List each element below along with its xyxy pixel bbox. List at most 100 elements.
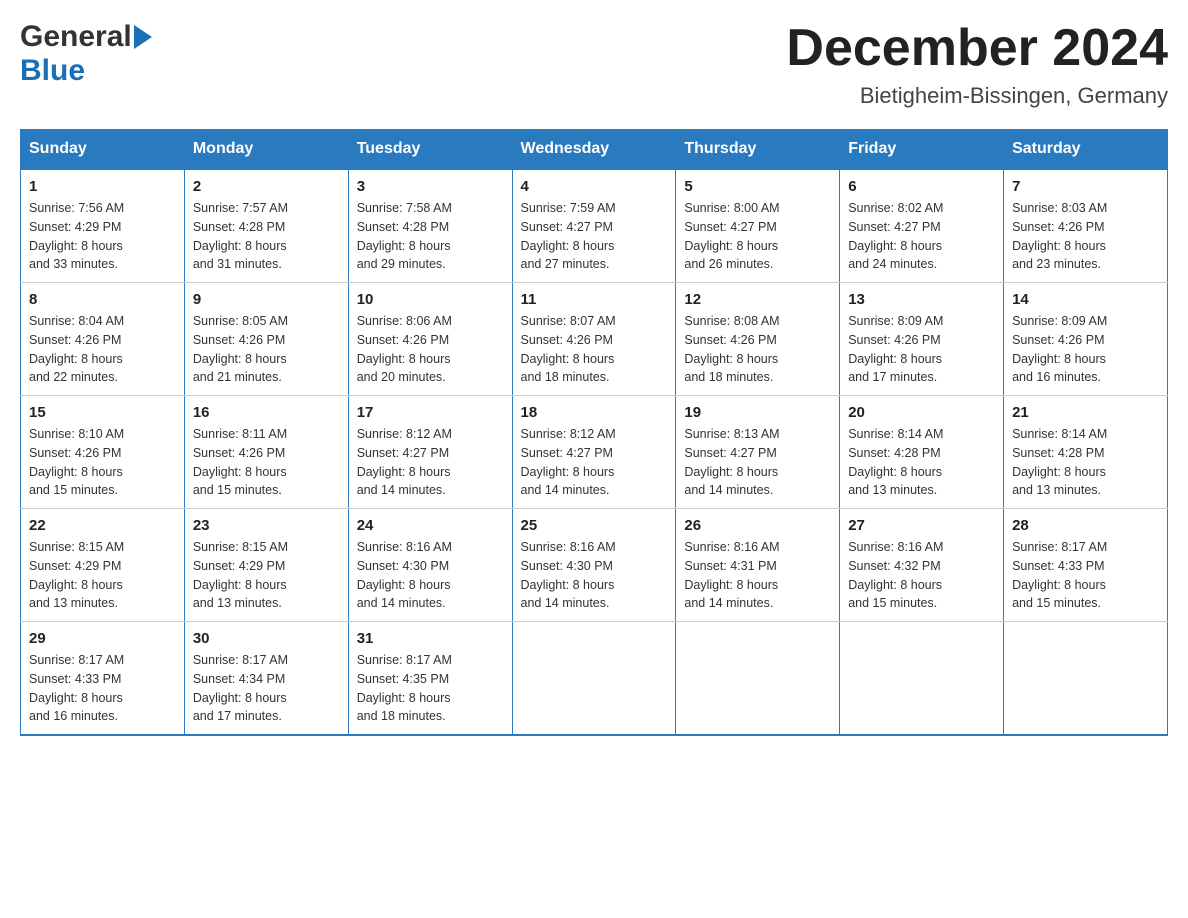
day-number: 17 (357, 404, 504, 421)
day-info: Sunrise: 8:03 AM Sunset: 4:26 PM Dayligh… (1012, 199, 1159, 274)
calendar-cell: 19 Sunrise: 8:13 AM Sunset: 4:27 PM Dayl… (676, 396, 840, 509)
day-number: 26 (684, 517, 831, 534)
calendar-cell: 15 Sunrise: 8:10 AM Sunset: 4:26 PM Dayl… (21, 396, 185, 509)
calendar-cell: 5 Sunrise: 8:00 AM Sunset: 4:27 PM Dayli… (676, 169, 840, 283)
calendar-cell: 1 Sunrise: 7:56 AM Sunset: 4:29 PM Dayli… (21, 169, 185, 283)
day-info: Sunrise: 8:00 AM Sunset: 4:27 PM Dayligh… (684, 199, 831, 274)
day-number: 24 (357, 517, 504, 534)
calendar-cell (1004, 622, 1168, 736)
column-header-friday: Friday (840, 130, 1004, 170)
day-info: Sunrise: 8:16 AM Sunset: 4:32 PM Dayligh… (848, 538, 995, 613)
calendar-cell (676, 622, 840, 736)
column-header-sunday: Sunday (21, 130, 185, 170)
day-info: Sunrise: 8:12 AM Sunset: 4:27 PM Dayligh… (521, 425, 668, 500)
logo: General Blue (20, 20, 152, 88)
day-number: 23 (193, 517, 340, 534)
day-info: Sunrise: 8:17 AM Sunset: 4:33 PM Dayligh… (29, 651, 176, 726)
day-number: 14 (1012, 291, 1159, 308)
calendar-cell: 12 Sunrise: 8:08 AM Sunset: 4:26 PM Dayl… (676, 283, 840, 396)
calendar-week-row: 29 Sunrise: 8:17 AM Sunset: 4:33 PM Dayl… (21, 622, 1168, 736)
day-info: Sunrise: 8:02 AM Sunset: 4:27 PM Dayligh… (848, 199, 995, 274)
calendar-cell: 22 Sunrise: 8:15 AM Sunset: 4:29 PM Dayl… (21, 509, 185, 622)
day-info: Sunrise: 7:58 AM Sunset: 4:28 PM Dayligh… (357, 199, 504, 274)
calendar-table: SundayMondayTuesdayWednesdayThursdayFrid… (20, 129, 1168, 736)
calendar-cell: 8 Sunrise: 8:04 AM Sunset: 4:26 PM Dayli… (21, 283, 185, 396)
day-info: Sunrise: 8:17 AM Sunset: 4:35 PM Dayligh… (357, 651, 504, 726)
day-info: Sunrise: 8:17 AM Sunset: 4:33 PM Dayligh… (1012, 538, 1159, 613)
day-number: 20 (848, 404, 995, 421)
day-info: Sunrise: 8:11 AM Sunset: 4:26 PM Dayligh… (193, 425, 340, 500)
calendar-header-row: SundayMondayTuesdayWednesdayThursdayFrid… (21, 130, 1168, 170)
logo-triangle-icon (134, 25, 152, 49)
day-number: 28 (1012, 517, 1159, 534)
day-info: Sunrise: 8:05 AM Sunset: 4:26 PM Dayligh… (193, 312, 340, 387)
column-header-monday: Monday (184, 130, 348, 170)
day-number: 2 (193, 178, 340, 195)
calendar-cell: 14 Sunrise: 8:09 AM Sunset: 4:26 PM Dayl… (1004, 283, 1168, 396)
calendar-week-row: 22 Sunrise: 8:15 AM Sunset: 4:29 PM Dayl… (21, 509, 1168, 622)
day-number: 3 (357, 178, 504, 195)
day-info: Sunrise: 8:06 AM Sunset: 4:26 PM Dayligh… (357, 312, 504, 387)
day-number: 30 (193, 630, 340, 647)
calendar-title: December 2024 (786, 20, 1168, 77)
day-number: 27 (848, 517, 995, 534)
day-info: Sunrise: 8:09 AM Sunset: 4:26 PM Dayligh… (1012, 312, 1159, 387)
day-number: 7 (1012, 178, 1159, 195)
day-number: 16 (193, 404, 340, 421)
day-number: 10 (357, 291, 504, 308)
day-number: 8 (29, 291, 176, 308)
calendar-cell: 20 Sunrise: 8:14 AM Sunset: 4:28 PM Dayl… (840, 396, 1004, 509)
day-info: Sunrise: 8:08 AM Sunset: 4:26 PM Dayligh… (684, 312, 831, 387)
calendar-cell: 27 Sunrise: 8:16 AM Sunset: 4:32 PM Dayl… (840, 509, 1004, 622)
page-header: General Blue December 2024 Bietigheim-Bi… (20, 20, 1168, 109)
day-number: 31 (357, 630, 504, 647)
calendar-cell: 9 Sunrise: 8:05 AM Sunset: 4:26 PM Dayli… (184, 283, 348, 396)
day-number: 13 (848, 291, 995, 308)
column-header-saturday: Saturday (1004, 130, 1168, 170)
calendar-cell: 6 Sunrise: 8:02 AM Sunset: 4:27 PM Dayli… (840, 169, 1004, 283)
day-info: Sunrise: 7:56 AM Sunset: 4:29 PM Dayligh… (29, 199, 176, 274)
calendar-cell: 16 Sunrise: 8:11 AM Sunset: 4:26 PM Dayl… (184, 396, 348, 509)
calendar-cell: 28 Sunrise: 8:17 AM Sunset: 4:33 PM Dayl… (1004, 509, 1168, 622)
logo-blue-text: Blue (20, 54, 85, 87)
calendar-cell (512, 622, 676, 736)
calendar-cell: 2 Sunrise: 7:57 AM Sunset: 4:28 PM Dayli… (184, 169, 348, 283)
day-info: Sunrise: 7:59 AM Sunset: 4:27 PM Dayligh… (521, 199, 668, 274)
day-number: 19 (684, 404, 831, 421)
day-info: Sunrise: 8:15 AM Sunset: 4:29 PM Dayligh… (193, 538, 340, 613)
calendar-week-row: 15 Sunrise: 8:10 AM Sunset: 4:26 PM Dayl… (21, 396, 1168, 509)
day-info: Sunrise: 8:04 AM Sunset: 4:26 PM Dayligh… (29, 312, 176, 387)
day-info: Sunrise: 8:13 AM Sunset: 4:27 PM Dayligh… (684, 425, 831, 500)
calendar-cell: 29 Sunrise: 8:17 AM Sunset: 4:33 PM Dayl… (21, 622, 185, 736)
calendar-cell (840, 622, 1004, 736)
day-info: Sunrise: 8:14 AM Sunset: 4:28 PM Dayligh… (848, 425, 995, 500)
calendar-cell: 31 Sunrise: 8:17 AM Sunset: 4:35 PM Dayl… (348, 622, 512, 736)
calendar-cell: 4 Sunrise: 7:59 AM Sunset: 4:27 PM Dayli… (512, 169, 676, 283)
calendar-cell: 10 Sunrise: 8:06 AM Sunset: 4:26 PM Dayl… (348, 283, 512, 396)
day-info: Sunrise: 8:10 AM Sunset: 4:26 PM Dayligh… (29, 425, 176, 500)
calendar-cell: 13 Sunrise: 8:09 AM Sunset: 4:26 PM Dayl… (840, 283, 1004, 396)
day-number: 11 (521, 291, 668, 308)
calendar-cell: 7 Sunrise: 8:03 AM Sunset: 4:26 PM Dayli… (1004, 169, 1168, 283)
column-header-thursday: Thursday (676, 130, 840, 170)
logo-general-text: General (20, 20, 132, 54)
day-number: 9 (193, 291, 340, 308)
day-number: 12 (684, 291, 831, 308)
day-info: Sunrise: 8:16 AM Sunset: 4:31 PM Dayligh… (684, 538, 831, 613)
day-number: 4 (521, 178, 668, 195)
day-number: 21 (1012, 404, 1159, 421)
day-number: 29 (29, 630, 176, 647)
day-info: Sunrise: 8:14 AM Sunset: 4:28 PM Dayligh… (1012, 425, 1159, 500)
day-number: 6 (848, 178, 995, 195)
calendar-cell: 30 Sunrise: 8:17 AM Sunset: 4:34 PM Dayl… (184, 622, 348, 736)
calendar-cell: 17 Sunrise: 8:12 AM Sunset: 4:27 PM Dayl… (348, 396, 512, 509)
calendar-cell: 18 Sunrise: 8:12 AM Sunset: 4:27 PM Dayl… (512, 396, 676, 509)
day-info: Sunrise: 8:09 AM Sunset: 4:26 PM Dayligh… (848, 312, 995, 387)
day-number: 1 (29, 178, 176, 195)
day-info: Sunrise: 7:57 AM Sunset: 4:28 PM Dayligh… (193, 199, 340, 274)
day-number: 15 (29, 404, 176, 421)
day-number: 18 (521, 404, 668, 421)
calendar-subtitle: Bietigheim-Bissingen, Germany (786, 83, 1168, 109)
calendar-cell: 24 Sunrise: 8:16 AM Sunset: 4:30 PM Dayl… (348, 509, 512, 622)
column-header-tuesday: Tuesday (348, 130, 512, 170)
